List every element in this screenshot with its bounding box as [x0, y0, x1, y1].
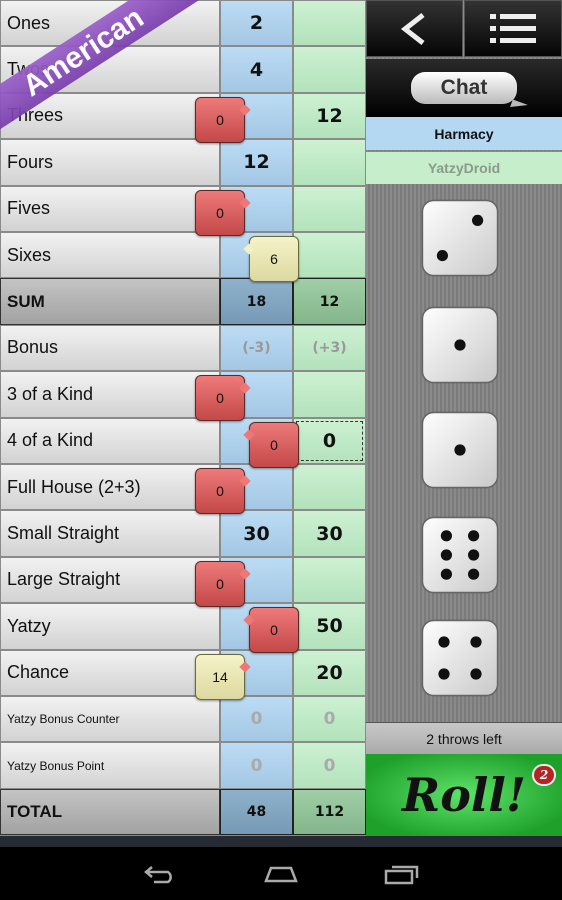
player2-score-cell[interactable]: 0 — [293, 417, 366, 464]
player-yatzydroid: YatzyDroid — [366, 151, 562, 184]
player1-score-cell[interactable]: 0 — [220, 742, 293, 789]
row-label: Chance — [0, 649, 220, 696]
row-label: Bonus — [0, 324, 220, 372]
side-panel: Chat Harmacy YatzyDroid 2 throws left Ro… — [366, 0, 562, 836]
row-label: 4 of a Kind — [0, 417, 220, 464]
player2-score-cell[interactable]: 0 — [293, 696, 366, 743]
row-label: TOTAL — [0, 788, 220, 836]
back-icon[interactable] — [142, 864, 178, 884]
score-row: Sixes — [0, 232, 366, 279]
roll-button[interactable]: Roll! 2 — [366, 754, 562, 836]
score-row: Yatzy Bonus Point 0 0 — [0, 742, 366, 789]
player1-score-cell[interactable]: 30 — [220, 510, 293, 557]
score-suggestion-bubble[interactable]: 0 — [195, 96, 245, 143]
score-row: Small Straight 30 30 — [0, 510, 366, 557]
score-row: Full House (2+3) — [0, 464, 366, 511]
score-suggestion-bubble[interactable]: 0 — [195, 560, 245, 607]
score-row: Threes 12 — [0, 92, 366, 140]
row-label: Small Straight — [0, 510, 220, 557]
row-label: SUM — [0, 278, 220, 325]
score-row: Chance 20 — [0, 649, 366, 696]
score-row: TOTAL 48 112 — [0, 788, 366, 836]
score-row: Bonus (-3) (+3) — [0, 324, 366, 372]
score-row: 4 of a Kind 0 — [0, 417, 366, 464]
row-label: Large Straight — [0, 556, 220, 604]
score-row: Large Straight — [0, 556, 366, 604]
player2-score-cell[interactable]: 12 — [293, 92, 366, 140]
row-label: Fours — [0, 139, 220, 186]
navigation-bar — [0, 847, 562, 900]
die-1[interactable] — [420, 198, 500, 278]
back-button[interactable] — [366, 0, 463, 57]
score-row: 3 of a Kind — [0, 371, 366, 418]
die-3[interactable] — [420, 410, 500, 490]
score-row: Fours 12 — [0, 139, 366, 186]
row-label: Full House (2+3) — [0, 464, 220, 511]
row-label: Fives — [0, 185, 220, 232]
score-suggestion-bubble[interactable]: 0 — [249, 421, 299, 468]
player2-score-cell[interactable]: 0 — [293, 742, 366, 789]
row-label: Yatzy Bonus Point — [0, 742, 220, 789]
die-2[interactable] — [420, 305, 500, 385]
score-row: Fives — [0, 185, 366, 232]
player2-score-cell[interactable] — [293, 0, 366, 47]
die-5[interactable] — [420, 618, 500, 698]
player1-score-cell[interactable]: 18 — [220, 278, 293, 325]
player-harmacy: Harmacy — [366, 117, 562, 150]
score-sheet: Ones 2 Twos 4 Threes 12Fours 12 Fives Si… — [0, 0, 366, 836]
score-suggestion-bubble[interactable]: 0 — [195, 375, 245, 422]
player2-score-cell[interactable]: 50 — [293, 603, 366, 650]
die-4[interactable] — [420, 515, 500, 595]
player2-score-cell[interactable] — [293, 464, 366, 511]
player2-score-cell[interactable]: 30 — [293, 510, 366, 557]
roll-count-badge: 2 — [532, 764, 556, 786]
chat-button[interactable]: Chat — [410, 72, 518, 104]
row-label: Yatzy — [0, 603, 220, 650]
list-menu-icon — [490, 13, 536, 43]
player2-score-cell[interactable] — [293, 556, 366, 604]
score-suggestion-bubble[interactable]: 6 — [249, 236, 299, 282]
menu-button[interactable] — [464, 0, 562, 57]
player2-score-cell[interactable]: 112 — [293, 788, 366, 836]
row-label: Sixes — [0, 232, 220, 279]
score-row: Yatzy Bonus Counter 0 0 — [0, 696, 366, 743]
player2-score-cell[interactable] — [293, 371, 366, 418]
player2-score-cell[interactable] — [293, 46, 366, 93]
player2-score-cell[interactable]: 12 — [293, 278, 366, 325]
roll-label: Roll! — [401, 768, 527, 822]
player1-score-cell[interactable]: 4 — [220, 46, 293, 93]
score-suggestion-bubble[interactable]: 14 — [195, 653, 245, 700]
player1-score-cell[interactable]: 12 — [220, 139, 293, 186]
row-label: Yatzy Bonus Counter — [0, 696, 220, 743]
recent-apps-icon[interactable] — [384, 863, 420, 885]
score-suggestion-bubble[interactable]: 0 — [195, 468, 245, 514]
row-label: 3 of a Kind — [0, 371, 220, 418]
player2-score-cell[interactable] — [293, 139, 366, 186]
player1-score-cell[interactable]: (-3) — [220, 324, 293, 372]
player1-score-cell[interactable]: 48 — [220, 788, 293, 836]
score-row: SUM 18 12 — [0, 278, 366, 325]
player1-score-cell[interactable]: 0 — [220, 696, 293, 743]
score-suggestion-bubble[interactable]: 0 — [195, 189, 245, 236]
player2-score-cell[interactable]: 20 — [293, 649, 366, 696]
status-strip — [0, 836, 562, 847]
score-suggestion-bubble[interactable]: 0 — [249, 607, 299, 654]
player2-score-cell[interactable] — [293, 185, 366, 232]
throws-left-label: 2 throws left — [366, 722, 562, 754]
player1-score-cell[interactable]: 2 — [220, 0, 293, 47]
player2-score-cell[interactable]: (+3) — [293, 324, 366, 372]
player2-score-cell[interactable] — [293, 232, 366, 279]
home-icon[interactable] — [263, 864, 299, 884]
chevron-left-icon — [400, 12, 425, 45]
score-row: Yatzy 50 — [0, 603, 366, 650]
